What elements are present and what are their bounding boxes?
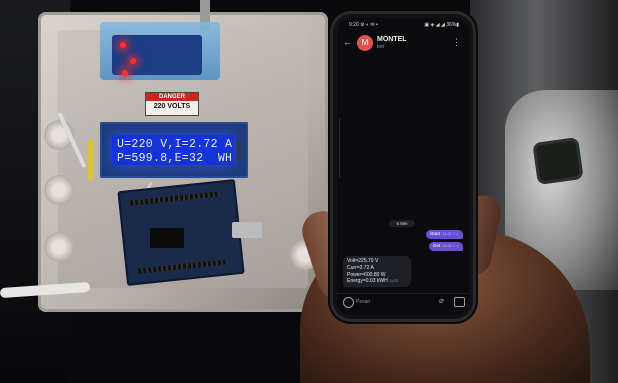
- message-incoming[interactable]: Volt=225.70 V Curr=2.72 A Power=600.80 W…: [343, 256, 411, 287]
- red-led: [130, 58, 136, 64]
- photo: DANGER 220 VOLTS U=220 V,I=2.72 A P=599.…: [0, 0, 618, 383]
- sticker-voltage: 220 VOLTS: [153, 103, 191, 110]
- status-left: 9:20 ⚙ ◐ ✉ •: [349, 22, 378, 28]
- black-clip: [532, 137, 584, 185]
- red-led: [122, 70, 128, 76]
- message-input[interactable]: [356, 296, 426, 307]
- message-text: /start: [429, 232, 441, 237]
- camera-icon[interactable]: [454, 297, 465, 307]
- message-line: Curr=2.72 A: [347, 264, 374, 271]
- scroll-indicator: [339, 118, 340, 178]
- lcd-line-2: P=599.8,E=32 WH: [117, 152, 233, 165]
- message-text: Get: [432, 244, 441, 249]
- message-time: 11:22: [389, 279, 399, 284]
- knockout-hole: [44, 232, 74, 262]
- contact-name[interactable]: MONTEL: [377, 36, 407, 43]
- message-time: 11:22 ✓✓: [442, 244, 459, 248]
- danger-sticker: DANGER 220 VOLTS: [145, 92, 199, 116]
- phone-screen: 9:20 ⚙ ◐ ✉ • ▣ ◈ ◢ ◢ 36%▮ ← M MONTEL bot…: [337, 18, 469, 315]
- contact-subtitle: bot: [377, 44, 384, 50]
- message-line: Energy=0.03 kWH: [347, 278, 388, 285]
- microcontroller-chip: [150, 228, 184, 248]
- lcd-line-1: U=220 V,I=2.72 A: [117, 138, 233, 151]
- yellow-wire: [88, 140, 94, 180]
- knockout-hole: [44, 175, 74, 205]
- message-line: Volt=225.70 V: [347, 258, 379, 264]
- date-separator: 5 Mei: [389, 220, 415, 227]
- status-bar: 9:20 ⚙ ◐ ✉ • ▣ ◈ ◢ ◢ 36%▮: [345, 22, 461, 30]
- message-composer: ⌀: [337, 293, 469, 310]
- back-arrow-icon[interactable]: ←: [343, 37, 352, 47]
- avatar[interactable]: M: [357, 35, 373, 51]
- sticker-warning: DANGER: [146, 93, 198, 101]
- usb-connector: [232, 222, 262, 238]
- paperclip-icon[interactable]: ⌀: [439, 296, 444, 305]
- emoji-icon[interactable]: [343, 297, 354, 308]
- pzem-module: [112, 35, 202, 75]
- chat-header: ← M MONTEL bot ⋮: [337, 32, 469, 56]
- message-outgoing[interactable]: Get 11:22 ✓✓: [428, 242, 463, 251]
- red-led: [120, 42, 126, 48]
- lcd-connector: [236, 140, 244, 160]
- status-right: ▣ ◈ ◢ ◢ 36%▮: [424, 22, 459, 28]
- message-line: Power=600.80 W: [347, 271, 386, 278]
- message-outgoing[interactable]: /start 11:22 ✓✓: [425, 230, 463, 239]
- more-vertical-icon[interactable]: ⋮: [452, 37, 461, 48]
- message-time: 11:22 ✓✓: [442, 232, 459, 236]
